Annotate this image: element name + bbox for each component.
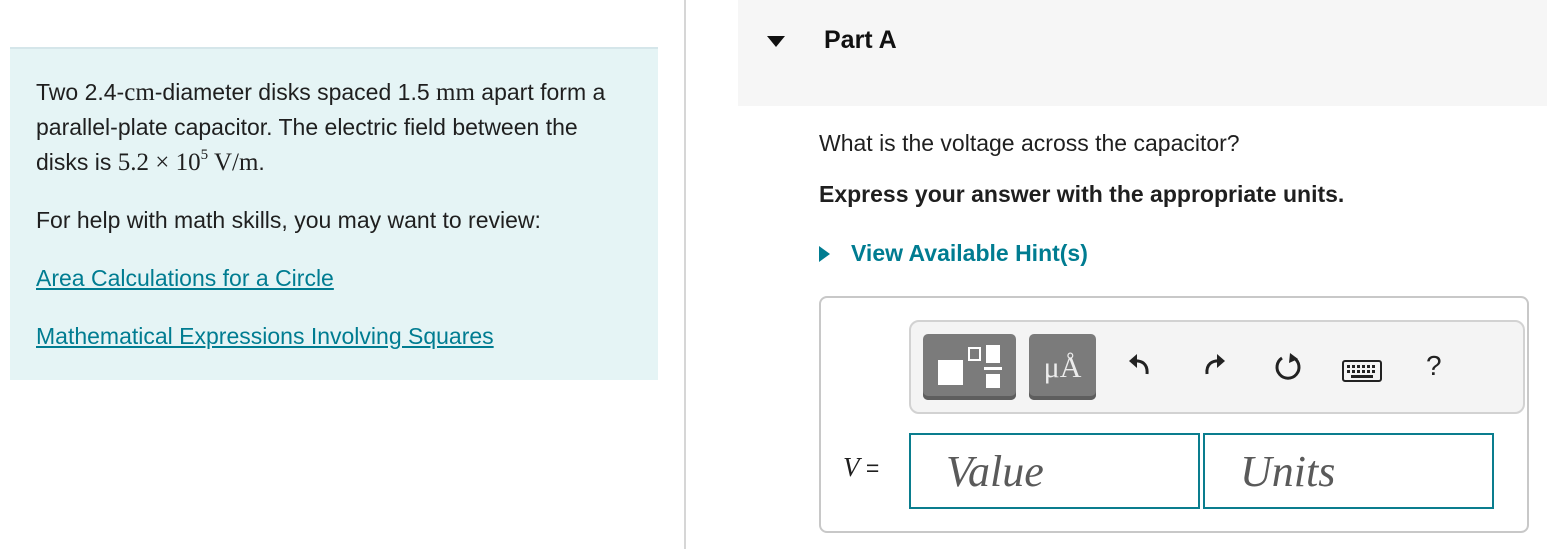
review-prompt: For help with math skills, you may want … <box>36 207 541 233</box>
units-icon: μÅ <box>1043 351 1082 384</box>
part-header[interactable]: Part A <box>738 0 1547 106</box>
help-icon[interactable]: ? <box>1426 350 1442 382</box>
panel-divider <box>684 0 686 549</box>
answer-box: μÅ ? V = <box>819 296 1529 533</box>
link-mathematical-expressions[interactable]: Mathematical Expressions Involving Squar… <box>36 323 494 350</box>
units-input[interactable] <box>1203 433 1494 509</box>
units-button[interactable]: μÅ <box>1029 334 1096 400</box>
part-title: Part A <box>824 26 897 54</box>
undo-icon[interactable] <box>1125 350 1155 380</box>
link-area-calculations[interactable]: Area Calculations for a Circle <box>36 265 334 292</box>
unit-cm: cm <box>124 79 155 106</box>
variable-label: V = <box>843 452 880 482</box>
value-input[interactable] <box>909 433 1200 509</box>
reset-icon[interactable] <box>1273 350 1305 382</box>
keyboard-icon[interactable] <box>1342 360 1382 382</box>
template-icon <box>938 345 1002 388</box>
problem-statement: Two 2.4-cm-diameter disks spaced 1.5 mm … <box>36 79 606 177</box>
view-hints-label[interactable]: View Available Hint(s) <box>851 240 1088 267</box>
unit-mm: mm <box>436 79 475 106</box>
redo-icon[interactable] <box>1199 350 1229 380</box>
problem-panel: Two 2.4-cm-diameter disks spaced 1.5 mm … <box>10 47 658 380</box>
field-value: 5.2 × 105 V/m <box>117 147 259 177</box>
expand-arrow-icon <box>819 246 830 262</box>
instruction-text: Express your answer with the appropriate… <box>819 181 1345 207</box>
math-toolbar: μÅ ? <box>909 320 1525 414</box>
collapse-caret-icon[interactable] <box>767 36 785 47</box>
question-text: What is the voltage across the capacitor… <box>819 130 1240 156</box>
templates-button[interactable] <box>923 334 1016 400</box>
